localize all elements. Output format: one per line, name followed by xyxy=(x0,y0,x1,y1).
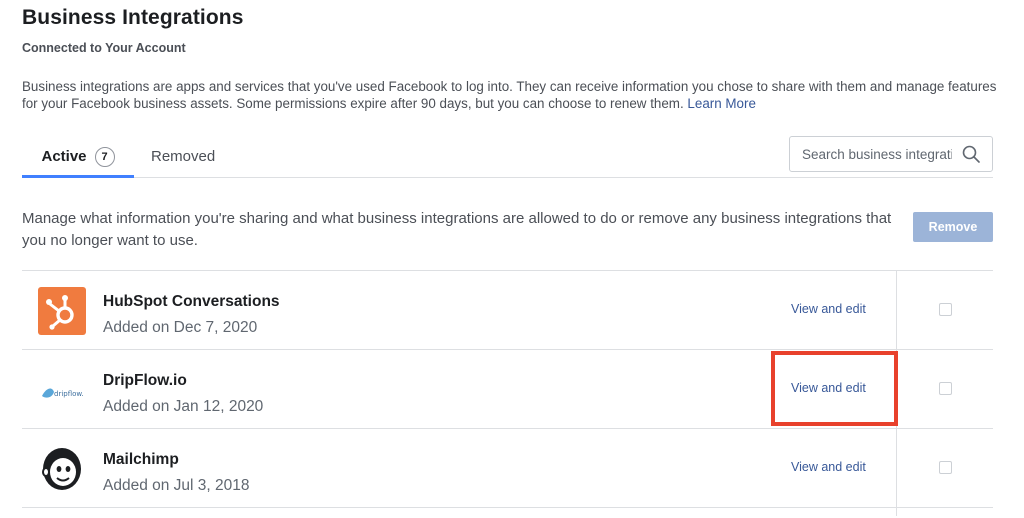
active-count-badge: 7 xyxy=(94,146,115,167)
dripflow-logo-text: dripflow. xyxy=(54,390,84,398)
tab-removed-label: Removed xyxy=(151,148,216,165)
search-box[interactable] xyxy=(789,136,993,172)
search-input[interactable] xyxy=(802,144,952,164)
page-subtitle: Connected to Your Account xyxy=(22,41,186,55)
integration-name: Mailchimp xyxy=(103,451,179,468)
dripflow-logo: dripflow. xyxy=(38,366,86,414)
business-integrations-page: Business Integrations Connected to Your … xyxy=(0,0,1024,518)
view-and-edit-link[interactable]: View and edit xyxy=(791,302,866,316)
integration-row: HubSpot Conversations Added on Dec 7, 20… xyxy=(22,271,993,350)
integration-added-date: Added on Jul 3, 2018 xyxy=(103,477,250,494)
integration-row: dripflow. DripFlow.io Added on Jan 12, 2… xyxy=(22,350,993,429)
view-and-edit-link[interactable]: View and edit xyxy=(791,381,866,395)
column-divider xyxy=(896,350,897,428)
dripflow-drop-icon: dripflow. xyxy=(42,388,84,398)
tab-active-label: Active xyxy=(41,148,87,165)
mailchimp-logo xyxy=(38,445,86,493)
description-text: Business integrations are apps and servi… xyxy=(22,79,997,111)
manage-description: Manage what information you're sharing a… xyxy=(22,210,892,249)
column-divider xyxy=(896,271,897,349)
remove-button[interactable]: Remove xyxy=(913,212,993,242)
search-icon[interactable] xyxy=(962,145,980,163)
column-divider xyxy=(896,429,897,507)
integration-added-date: Added on Dec 7, 2020 xyxy=(103,319,258,336)
hubspot-logo xyxy=(38,287,86,335)
integration-row: Mailchimp Added on Jul 3, 2018 View and … xyxy=(22,429,993,508)
learn-more-link[interactable]: Learn More xyxy=(687,96,755,111)
description: Business integrations are apps and servi… xyxy=(22,78,997,112)
tab-active[interactable]: Active 7 xyxy=(22,136,134,177)
mailchimp-freddie-icon xyxy=(42,448,81,490)
tab-removed[interactable]: Removed xyxy=(151,136,215,177)
integrations-list: HubSpot Conversations Added on Dec 7, 20… xyxy=(22,270,993,516)
tabs-divider xyxy=(22,177,993,178)
integration-added-date: Added on Jan 12, 2020 xyxy=(103,398,264,415)
select-checkbox[interactable] xyxy=(939,303,952,316)
column-divider xyxy=(896,508,897,516)
view-and-edit-link[interactable]: View and edit xyxy=(791,460,866,474)
page-title: Business Integrations xyxy=(22,6,244,29)
select-checkbox[interactable] xyxy=(939,382,952,395)
integration-name: DripFlow.io xyxy=(103,372,187,389)
integration-name: HubSpot Conversations xyxy=(103,293,280,310)
integration-row-partial xyxy=(22,508,993,516)
hubspot-sprocket-icon xyxy=(46,295,74,330)
select-checkbox[interactable] xyxy=(939,461,952,474)
tab-active-underline xyxy=(22,175,134,178)
